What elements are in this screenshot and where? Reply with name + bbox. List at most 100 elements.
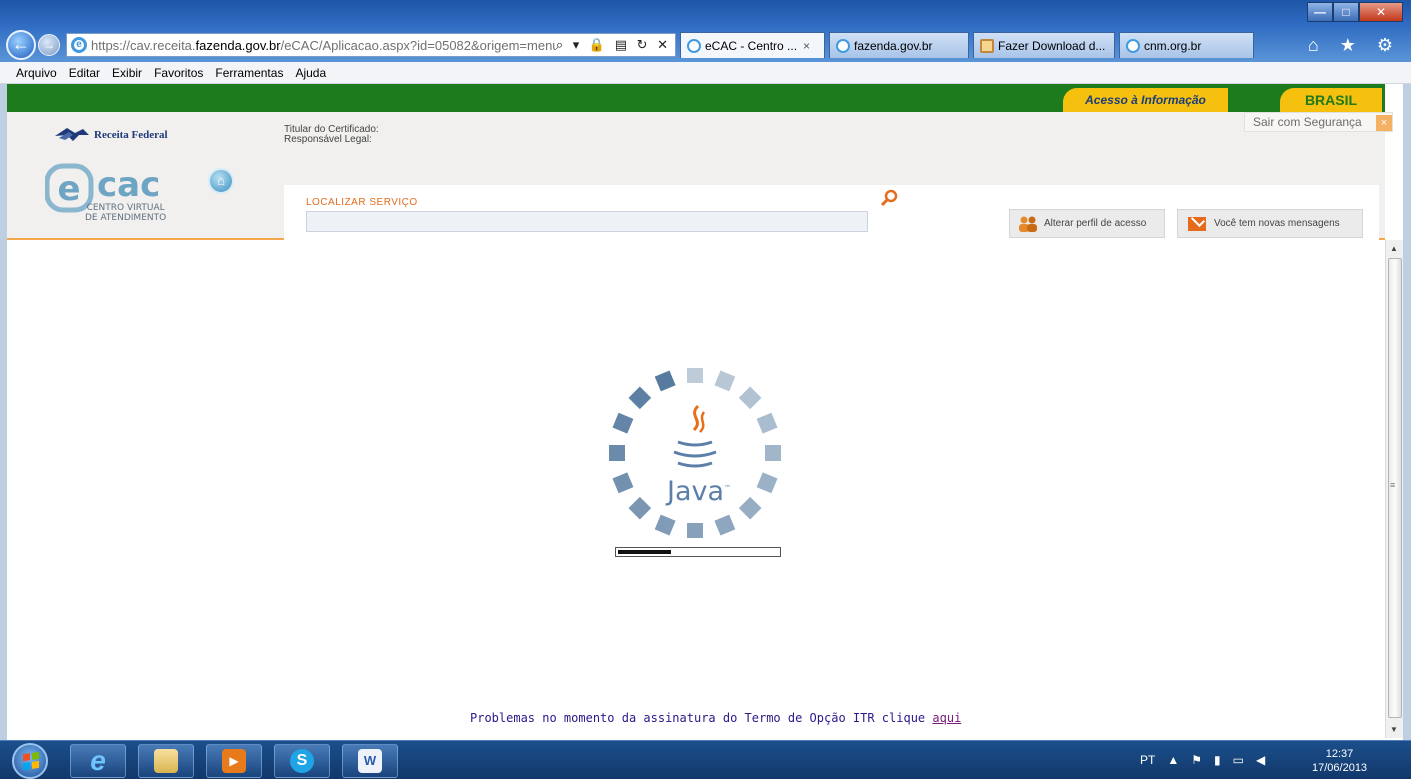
- back-button[interactable]: ←: [6, 30, 36, 60]
- action-center-flag-icon[interactable]: ⚑: [1191, 753, 1202, 767]
- spinner-segment: [756, 472, 778, 494]
- close-window-button[interactable]: ✕: [1359, 2, 1403, 22]
- scroll-up-icon[interactable]: ▲: [1390, 244, 1398, 253]
- home-icon[interactable]: ⌂: [208, 168, 234, 194]
- address-bar[interactable]: e https://cav.receita.fazenda.gov.br/eCA…: [66, 33, 676, 57]
- volume-icon[interactable]: ◀: [1256, 753, 1265, 767]
- url-suffix: /eCAC/Aplicacao.aspx?id=05082&origem=men…: [280, 37, 556, 53]
- spinner-segment: [612, 412, 634, 434]
- menu-arquivo[interactable]: Arquivo: [16, 66, 57, 80]
- problemas-text: Problemas no momento da assinatura do Te…: [470, 711, 926, 725]
- sair-com-seguranca-button[interactable]: Sair com Segurança ×: [1244, 112, 1393, 132]
- window-right-border: [1403, 84, 1411, 740]
- spinner-segment: [687, 523, 703, 538]
- responsavel-label: Responsável Legal:: [284, 134, 372, 145]
- maximize-button[interactable]: □: [1333, 2, 1359, 22]
- aqui-link[interactable]: aqui: [932, 711, 961, 725]
- url-prefix: https://cav.receita.: [91, 37, 196, 53]
- tab-label: eCAC - Centro ...: [705, 38, 798, 53]
- receita-federal-logo[interactable]: Receita Federal: [53, 126, 168, 144]
- certificate-info: Titular do Certificado: Responsável Lega…: [284, 125, 379, 145]
- tab-close-icon[interactable]: ×: [803, 39, 810, 53]
- mensagens-button[interactable]: Você tem novas mensagens: [1177, 209, 1363, 238]
- ecac-subtitle-line1: CENTRO VIRTUAL: [86, 203, 165, 213]
- taskbar-word-button[interactable]: W: [342, 744, 398, 778]
- word-icon: W: [358, 749, 382, 773]
- search-icon[interactable]: [880, 189, 898, 207]
- spinner-segment: [738, 386, 762, 410]
- mail-icon: [1188, 216, 1206, 231]
- taskbar-media-button[interactable]: ▶: [206, 744, 262, 778]
- clock-time: 12:37: [1325, 748, 1354, 760]
- sair-label: Sair com Segurança: [1253, 115, 1362, 129]
- java-label: Java: [667, 476, 725, 507]
- tab-cnm[interactable]: cnm.org.br: [1119, 32, 1254, 58]
- alterar-perfil-button[interactable]: Alterar perfil de acesso: [1009, 209, 1165, 238]
- vertical-scrollbar[interactable]: ▲ ≡ ▼: [1385, 240, 1403, 738]
- ie-icon: [687, 38, 701, 53]
- show-hidden-icons-icon[interactable]: ▲: [1167, 753, 1179, 767]
- ecac-subtitle: CENTRO VIRTUAL DE ATENDIMENTO: [85, 203, 166, 223]
- localizar-servico-label: LOCALIZAR SERVIÇO: [306, 197, 418, 208]
- spinner-segment: [756, 412, 778, 434]
- logout-close-icon[interactable]: ×: [1376, 115, 1392, 131]
- browser-chrome: — □ ✕ ← → e https://cav.receita.fazenda.…: [0, 0, 1411, 62]
- internet-explorer-icon: e: [90, 745, 106, 776]
- loading-progress-bar: [615, 547, 781, 557]
- scroll-down-icon[interactable]: ▼: [1390, 725, 1398, 734]
- menu-favoritos[interactable]: Favoritos: [154, 66, 203, 80]
- spinner-segment: [738, 496, 762, 520]
- system-tray: PT ▲ ⚑ ▮ ▭ ◀: [1140, 753, 1265, 767]
- spinner-segment: [612, 472, 634, 494]
- menu-editar[interactable]: Editar: [69, 66, 100, 80]
- ecac-e-glyph: e: [57, 169, 80, 209]
- download-icon: [980, 38, 994, 53]
- menu-ferramentas[interactable]: Ferramentas: [215, 66, 283, 80]
- java-logo-text: Java™: [667, 476, 731, 507]
- network-icon[interactable]: ▭: [1233, 753, 1244, 767]
- forward-button[interactable]: →: [38, 34, 60, 56]
- spinner-segment: [609, 445, 625, 461]
- alterar-perfil-label: Alterar perfil de acesso: [1044, 218, 1147, 229]
- java-trademark: ™: [724, 484, 732, 492]
- search-panel: LOCALIZAR SERVIÇO Alterar perfil de aces…: [284, 185, 1379, 240]
- localizar-servico-input[interactable]: [306, 211, 868, 232]
- taskbar-explorer-button[interactable]: [138, 744, 194, 778]
- ie-page-icon: e: [71, 37, 87, 53]
- taskbar-skype-button[interactable]: S: [274, 744, 330, 778]
- ie-icon: [836, 38, 850, 53]
- spinner-segment: [687, 368, 703, 383]
- window-controls: — □ ✕: [1307, 2, 1403, 22]
- power-icon[interactable]: ▮: [1214, 753, 1221, 767]
- url-text[interactable]: https://cav.receita.fazenda.gov.br/eCAC/…: [91, 38, 556, 53]
- taskbar-clock[interactable]: 12:37 17/06/2013: [1312, 747, 1367, 775]
- brasil-link[interactable]: BRASIL: [1280, 88, 1382, 112]
- skype-icon: S: [290, 749, 314, 773]
- receita-federal-text: Receita Federal: [94, 129, 168, 141]
- java-loading-spinner: [609, 368, 781, 538]
- address-actions-icon[interactable]: ⌕ ▾ 🔒 ▤ ↻ ✕: [556, 37, 671, 53]
- media-player-icon: ▶: [222, 749, 246, 773]
- tab-ecac[interactable]: eCAC - Centro ... ×: [680, 32, 825, 58]
- acesso-informacao-link[interactable]: Acesso à Informação: [1063, 88, 1228, 112]
- toolbar-icons[interactable]: ⌂ ★ ⚙: [1308, 35, 1405, 56]
- start-button[interactable]: [12, 743, 48, 779]
- window-left-border: [0, 84, 7, 740]
- minimize-button[interactable]: —: [1307, 2, 1333, 22]
- problemas-message: Problemas no momento da assinatura do Te…: [470, 711, 961, 725]
- ie-icon: [1126, 38, 1140, 53]
- progress-fill: [616, 548, 674, 556]
- taskbar-ie-button[interactable]: e: [70, 744, 126, 778]
- tab-fazenda[interactable]: fazenda.gov.br: [829, 32, 969, 58]
- tab-download[interactable]: Fazer Download d...: [973, 32, 1115, 58]
- clock-date: 17/06/2013: [1312, 762, 1368, 774]
- url-domain: fazenda.gov.br: [195, 37, 281, 53]
- language-indicator[interactable]: PT: [1140, 753, 1155, 767]
- tab-label: cnm.org.br: [1144, 38, 1202, 53]
- scroll-grip-icon: ≡: [1390, 480, 1396, 490]
- spinner-segment: [714, 514, 736, 536]
- navigation-row: ← → e https://cav.receita.fazenda.gov.br…: [6, 30, 1405, 60]
- menu-exibir[interactable]: Exibir: [112, 66, 142, 80]
- menu-ajuda[interactable]: Ajuda: [295, 66, 326, 80]
- menu-bar: Arquivo Editar Exibir Favoritos Ferramen…: [0, 62, 1411, 84]
